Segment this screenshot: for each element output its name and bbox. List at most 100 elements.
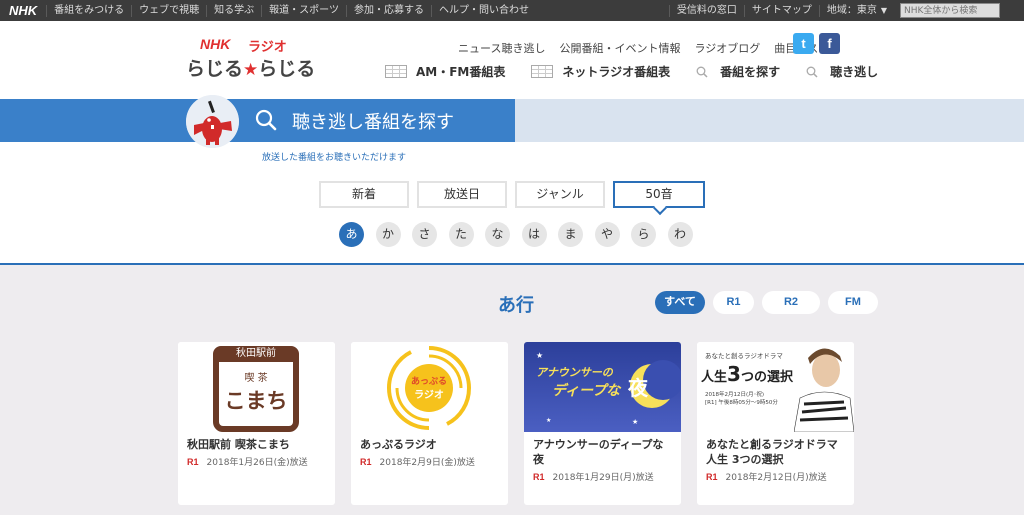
nav-label: 聴き逃し (830, 65, 879, 79)
nav-label: ネットラジオ番組表 (562, 65, 671, 79)
header-link-events[interactable]: 公開番組・イベント情報 (559, 40, 680, 56)
thumb-text: アナウンサーの (536, 366, 613, 379)
tab-new[interactable]: 新着 (319, 181, 409, 208)
brand-rajiru-left: らじる (186, 58, 244, 80)
kana-wa[interactable]: わ (667, 222, 693, 247)
search-icon (696, 66, 708, 78)
program-card[interactable]: あっぷる ラジオ あっぷるラジオ R1 2018年2月9日(金)放送 (351, 342, 508, 505)
channel-badge: R1 (187, 457, 199, 467)
section-title: あ行 (498, 295, 534, 316)
channel-badge: R1 (706, 472, 718, 482)
kana-ya[interactable]: や (594, 222, 620, 247)
search-icon (255, 109, 277, 135)
nav-find-program[interactable]: 番組を探す (696, 63, 780, 80)
global-nav-help[interactable]: ヘルプ・問い合わせ (430, 4, 536, 17)
kana-sa[interactable]: さ (412, 222, 437, 247)
brand-radio: ラジオ (248, 40, 287, 55)
program-meta: R1 2018年2月9日(金)放送 (360, 455, 475, 468)
global-nav-participate[interactable]: 参加・応募する (345, 4, 431, 17)
global-nav: 番組をみつける ウェブで視聴 知る学ぶ 報道・スポーツ 参加・応募する ヘルプ・… (46, 4, 536, 17)
global-nav-sitemap[interactable]: サイトマップ (743, 4, 819, 17)
broadcast-date: 2018年2月9日(金)放送 (379, 458, 475, 468)
header-links: ニュース聴き逃し 公開番組・イベント情報 ラジオブログ 曲目リスト (458, 40, 843, 56)
thumb-text: 3 (727, 362, 741, 386)
filter-all[interactable]: すべて (655, 291, 705, 314)
kana-row-selector: あ か さ た な は ま や ら わ (339, 222, 704, 247)
filter-r2[interactable]: R2 (762, 291, 820, 314)
thumb-portrait (794, 348, 854, 432)
region-label: 地域：東京 (826, 4, 877, 16)
nhk-logo[interactable]: NHK (0, 3, 46, 18)
program-title: あっぷるラジオ (360, 438, 437, 451)
page-subtitle: 放送した番組をお聴きいただけます (262, 153, 407, 163)
global-nav-learn[interactable]: 知る学ぶ (206, 4, 261, 17)
nav-am-fm-schedule[interactable]: AM・FM番組表 (385, 63, 505, 80)
global-nav-news-sports[interactable]: 報道・スポーツ (261, 4, 346, 17)
svg-text:★: ★ (536, 351, 543, 360)
filter-r1[interactable]: R1 (713, 291, 754, 314)
thumb-text: つの選択 (740, 370, 793, 385)
global-search-input[interactable] (900, 3, 1000, 18)
program-title: 秋田駅前 喫茶こまち (187, 438, 290, 451)
nav-net-radio-schedule[interactable]: ネットラジオ番組表 (531, 63, 670, 80)
kana-ta[interactable]: た (448, 222, 474, 247)
thumb-text: [R1] 午後8時05分～9時50分 (705, 400, 778, 406)
global-top-bar: NHK 番組をみつける ウェブで視聴 知る学ぶ 報道・スポーツ 参加・応募する … (0, 0, 1024, 21)
program-meta: R1 2018年1月26日(金)放送 (187, 455, 308, 468)
region-select[interactable]: 地域：東京 ▼ (818, 4, 894, 17)
thumb-text: 2018年2月12日(月･祝) (705, 392, 765, 398)
thumb-text: ラジオ (414, 390, 444, 401)
svg-text:★: ★ (632, 418, 638, 426)
facebook-icon[interactable]: f (819, 33, 840, 54)
search-icon (806, 66, 818, 78)
rajiru-logo[interactable]: NHK ラジオ らじる★らじる (186, 36, 316, 80)
program-thumbnail: あっぷる ラジオ (351, 342, 508, 432)
header-link-news-missed[interactable]: ニュース聴き逃し (458, 40, 545, 56)
global-nav-watch-web[interactable]: ウェブで視聴 (131, 4, 206, 17)
thumb-text: 人生 (701, 370, 728, 385)
broadcast-date: 2018年1月26日(金)放送 (206, 458, 308, 468)
brand-nhk: NHK (200, 36, 231, 52)
svg-text:★: ★ (546, 417, 551, 424)
schedule-grid-icon (385, 65, 407, 78)
filter-fm[interactable]: FM (828, 291, 878, 314)
program-meta: R1 2018年2月12日(月)放送 (706, 470, 827, 483)
twitter-icon[interactable]: t (793, 33, 814, 54)
program-card[interactable]: あなたと創るラジオドラマ 人生3つの選択 2018年2月12日(月･祝) [R1… (697, 342, 854, 505)
search-mode-tabs: 新着 放送日 ジャンル 50音 (319, 181, 713, 208)
tab-broadcast-date[interactable]: 放送日 (417, 181, 507, 208)
broadcast-date: 2018年1月29日(月)放送 (552, 473, 654, 483)
thumb-text: 喫 茶 (244, 373, 268, 384)
program-thumbnail: 秋田駅前 喫 茶 こまち (178, 342, 335, 432)
channel-badge: R1 (360, 457, 372, 467)
brand-rajiru: らじる★らじる (186, 54, 315, 81)
header-link-blog[interactable]: ラジオブログ (694, 40, 760, 56)
star-icon: ★ (243, 60, 259, 80)
thumb-text: 夜 (628, 376, 648, 400)
program-title: アナウンサーのディープな夜 (533, 438, 664, 466)
schedule-grid-icon (531, 65, 554, 78)
kana-na[interactable]: な (485, 222, 510, 247)
chevron-down-icon: ▼ (880, 5, 887, 15)
program-card[interactable]: 秋田駅前 喫 茶 こまち 秋田駅前 喫茶こまち R1 2018年1月26日(金)放… (178, 342, 335, 505)
hero-band: 聴き逃し番組を探す (0, 95, 1024, 148)
kana-ra[interactable]: ら (631, 222, 656, 247)
channel-filters: すべて R1 R2 FM (655, 291, 886, 314)
program-meta: R1 2018年1月29日(月)放送 (533, 470, 654, 483)
global-nav-right: 受信料の窓口 サイトマップ 地域：東京 ▼ (668, 3, 1024, 18)
tab-genre[interactable]: ジャンル (515, 181, 605, 208)
kana-ha[interactable]: は (521, 222, 547, 247)
mascot-avatar (186, 95, 239, 148)
global-nav-fee-window[interactable]: 受信料の窓口 (668, 4, 744, 17)
kana-a[interactable]: あ (339, 222, 364, 247)
program-card[interactable]: ★ ★ ★ アナウンサーの ディープな 夜 アナウンサーのディープな夜 R1 20… (524, 342, 681, 505)
tab-50on[interactable]: 50音 (613, 181, 705, 208)
brand-rajiru-right: らじる (258, 58, 316, 80)
global-nav-find-programs[interactable]: 番組をみつける (46, 4, 131, 17)
nav-label: 番組を探す (720, 65, 781, 79)
thumb-headline: 人生3つの選択 (701, 362, 793, 386)
thumb-text: ディープな (552, 383, 621, 399)
nav-missed[interactable]: 聴き逃し (806, 63, 878, 80)
kana-ka[interactable]: か (375, 222, 401, 247)
kana-ma[interactable]: ま (558, 222, 583, 247)
